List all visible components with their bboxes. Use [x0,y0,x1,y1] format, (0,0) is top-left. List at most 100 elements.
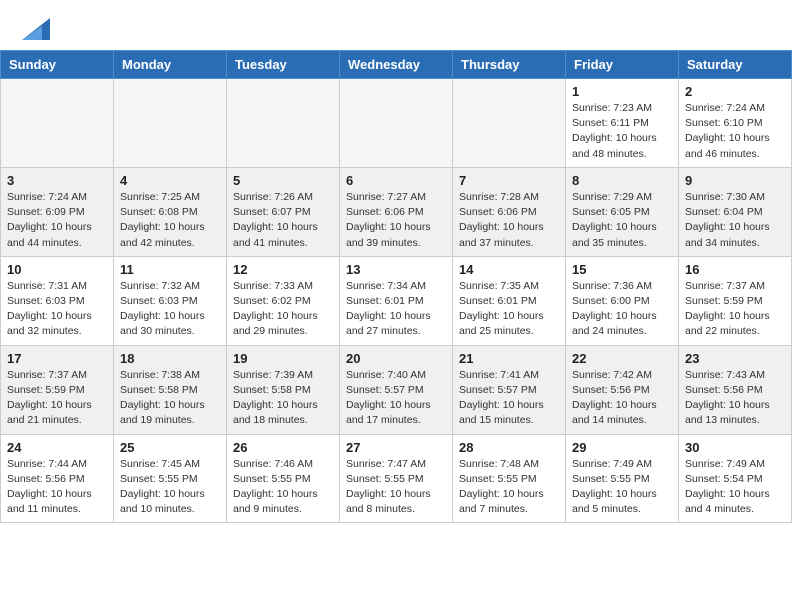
calendar-cell: 20 Sunrise: 7:40 AMSunset: 5:57 PMDayligh… [340,345,453,434]
cell-info: Sunrise: 7:25 AMSunset: 6:08 PMDaylight:… [120,190,220,251]
calendar-cell: 19 Sunrise: 7:39 AMSunset: 5:58 PMDayligh… [227,345,340,434]
calendar-week-row: 1 Sunrise: 7:23 AMSunset: 6:11 PMDaylight… [1,79,792,168]
day-number: 17 [7,351,107,366]
day-number: 18 [120,351,220,366]
day-number: 11 [120,262,220,277]
calendar-day-header: Monday [114,51,227,79]
calendar-cell: 1 Sunrise: 7:23 AMSunset: 6:11 PMDaylight… [566,79,679,168]
calendar-header-row: SundayMondayTuesdayWednesdayThursdayFrid… [1,51,792,79]
calendar-cell: 12 Sunrise: 7:33 AMSunset: 6:02 PMDayligh… [227,256,340,345]
cell-info: Sunrise: 7:48 AMSunset: 5:55 PMDaylight:… [459,457,559,518]
calendar-cell: 6 Sunrise: 7:27 AMSunset: 6:06 PMDaylight… [340,167,453,256]
cell-info: Sunrise: 7:47 AMSunset: 5:55 PMDaylight:… [346,457,446,518]
day-number: 6 [346,173,446,188]
calendar-cell [227,79,340,168]
day-number: 21 [459,351,559,366]
calendar-cell [453,79,566,168]
cell-info: Sunrise: 7:41 AMSunset: 5:57 PMDaylight:… [459,368,559,429]
calendar-week-row: 10 Sunrise: 7:31 AMSunset: 6:03 PMDayligh… [1,256,792,345]
calendar-day-header: Tuesday [227,51,340,79]
calendar-cell: 2Sunrise: 7:24 AMSunset: 6:10 PMDaylight… [679,79,792,168]
calendar-week-row: 17 Sunrise: 7:37 AMSunset: 5:59 PMDayligh… [1,345,792,434]
calendar-day-header: Saturday [679,51,792,79]
calendar-cell: 27 Sunrise: 7:47 AMSunset: 5:55 PMDayligh… [340,434,453,523]
day-number: 1 [572,84,672,99]
calendar-week-row: 3 Sunrise: 7:24 AMSunset: 6:09 PMDaylight… [1,167,792,256]
day-number: 16 [685,262,785,277]
calendar-cell: 30 Sunrise: 7:49 AMSunset: 5:54 PMDayligh… [679,434,792,523]
cell-info: Sunrise: 7:45 AMSunset: 5:55 PMDaylight:… [120,457,220,518]
calendar-cell: 10 Sunrise: 7:31 AMSunset: 6:03 PMDayligh… [1,256,114,345]
day-number: 3 [7,173,107,188]
cell-info: Sunrise: 7:31 AMSunset: 6:03 PMDaylight:… [7,279,107,340]
cell-info: Sunrise: 7:24 AMSunset: 6:10 PMDaylight:… [685,101,785,162]
day-number: 26 [233,440,333,455]
cell-info: Sunrise: 7:37 AMSunset: 5:59 PMDaylight:… [685,279,785,340]
day-number: 27 [346,440,446,455]
cell-info: Sunrise: 7:49 AMSunset: 5:54 PMDaylight:… [685,457,785,518]
calendar-cell: 22 Sunrise: 7:42 AMSunset: 5:56 PMDayligh… [566,345,679,434]
cell-info: Sunrise: 7:38 AMSunset: 5:58 PMDaylight:… [120,368,220,429]
day-number: 23 [685,351,785,366]
cell-info: Sunrise: 7:32 AMSunset: 6:03 PMDaylight:… [120,279,220,340]
calendar: SundayMondayTuesdayWednesdayThursdayFrid… [0,50,792,523]
day-number: 25 [120,440,220,455]
cell-info: Sunrise: 7:46 AMSunset: 5:55 PMDaylight:… [233,457,333,518]
logo [20,18,50,40]
calendar-cell: 21 Sunrise: 7:41 AMSunset: 5:57 PMDayligh… [453,345,566,434]
day-number: 19 [233,351,333,366]
day-number: 9 [685,173,785,188]
cell-info: Sunrise: 7:44 AMSunset: 5:56 PMDaylight:… [7,457,107,518]
cell-info: Sunrise: 7:49 AMSunset: 5:55 PMDaylight:… [572,457,672,518]
calendar-day-header: Wednesday [340,51,453,79]
calendar-cell: 4 Sunrise: 7:25 AMSunset: 6:08 PMDaylight… [114,167,227,256]
calendar-cell: 16 Sunrise: 7:37 AMSunset: 5:59 PMDayligh… [679,256,792,345]
calendar-week-row: 24 Sunrise: 7:44 AMSunset: 5:56 PMDayligh… [1,434,792,523]
day-number: 4 [120,173,220,188]
cell-info: Sunrise: 7:35 AMSunset: 6:01 PMDaylight:… [459,279,559,340]
calendar-cell: 8 Sunrise: 7:29 AMSunset: 6:05 PMDaylight… [566,167,679,256]
calendar-cell: 15Sunrise: 7:36 AMSunset: 6:00 PMDayligh… [566,256,679,345]
calendar-cell: 25 Sunrise: 7:45 AMSunset: 5:55 PMDayligh… [114,434,227,523]
day-number: 22 [572,351,672,366]
cell-info: Sunrise: 7:28 AMSunset: 6:06 PMDaylight:… [459,190,559,251]
cell-info: Sunrise: 7:30 AMSunset: 6:04 PMDaylight:… [685,190,785,251]
calendar-cell: 3 Sunrise: 7:24 AMSunset: 6:09 PMDaylight… [1,167,114,256]
day-number: 12 [233,262,333,277]
calendar-cell: 28Sunrise: 7:48 AMSunset: 5:55 PMDayligh… [453,434,566,523]
day-number: 30 [685,440,785,455]
cell-info: Sunrise: 7:27 AMSunset: 6:06 PMDaylight:… [346,190,446,251]
day-number: 10 [7,262,107,277]
calendar-cell [1,79,114,168]
cell-info: Sunrise: 7:23 AMSunset: 6:11 PMDaylight:… [572,101,672,162]
day-number: 24 [7,440,107,455]
calendar-cell: 24 Sunrise: 7:44 AMSunset: 5:56 PMDayligh… [1,434,114,523]
cell-info: Sunrise: 7:43 AMSunset: 5:56 PMDaylight:… [685,368,785,429]
cell-info: Sunrise: 7:42 AMSunset: 5:56 PMDaylight:… [572,368,672,429]
page: SundayMondayTuesdayWednesdayThursdayFrid… [0,0,792,523]
cell-info: Sunrise: 7:39 AMSunset: 5:58 PMDaylight:… [233,368,333,429]
calendar-day-header: Sunday [1,51,114,79]
calendar-cell: 13 Sunrise: 7:34 AMSunset: 6:01 PMDayligh… [340,256,453,345]
day-number: 13 [346,262,446,277]
cell-info: Sunrise: 7:24 AMSunset: 6:09 PMDaylight:… [7,190,107,251]
calendar-cell: 7 Sunrise: 7:28 AMSunset: 6:06 PMDaylight… [453,167,566,256]
calendar-cell [340,79,453,168]
cell-info: Sunrise: 7:29 AMSunset: 6:05 PMDaylight:… [572,190,672,251]
header [0,0,792,50]
calendar-cell: 18 Sunrise: 7:38 AMSunset: 5:58 PMDayligh… [114,345,227,434]
day-number: 8 [572,173,672,188]
day-number: 15 [572,262,672,277]
day-number: 7 [459,173,559,188]
cell-info: Sunrise: 7:33 AMSunset: 6:02 PMDaylight:… [233,279,333,340]
calendar-cell: 11 Sunrise: 7:32 AMSunset: 6:03 PMDayligh… [114,256,227,345]
cell-info: Sunrise: 7:40 AMSunset: 5:57 PMDaylight:… [346,368,446,429]
calendar-cell: 29 Sunrise: 7:49 AMSunset: 5:55 PMDayligh… [566,434,679,523]
calendar-cell: 9 Sunrise: 7:30 AMSunset: 6:04 PMDaylight… [679,167,792,256]
calendar-cell: 23 Sunrise: 7:43 AMSunset: 5:56 PMDayligh… [679,345,792,434]
day-number: 20 [346,351,446,366]
cell-info: Sunrise: 7:34 AMSunset: 6:01 PMDaylight:… [346,279,446,340]
day-number: 29 [572,440,672,455]
cell-info: Sunrise: 7:37 AMSunset: 5:59 PMDaylight:… [7,368,107,429]
day-number: 5 [233,173,333,188]
